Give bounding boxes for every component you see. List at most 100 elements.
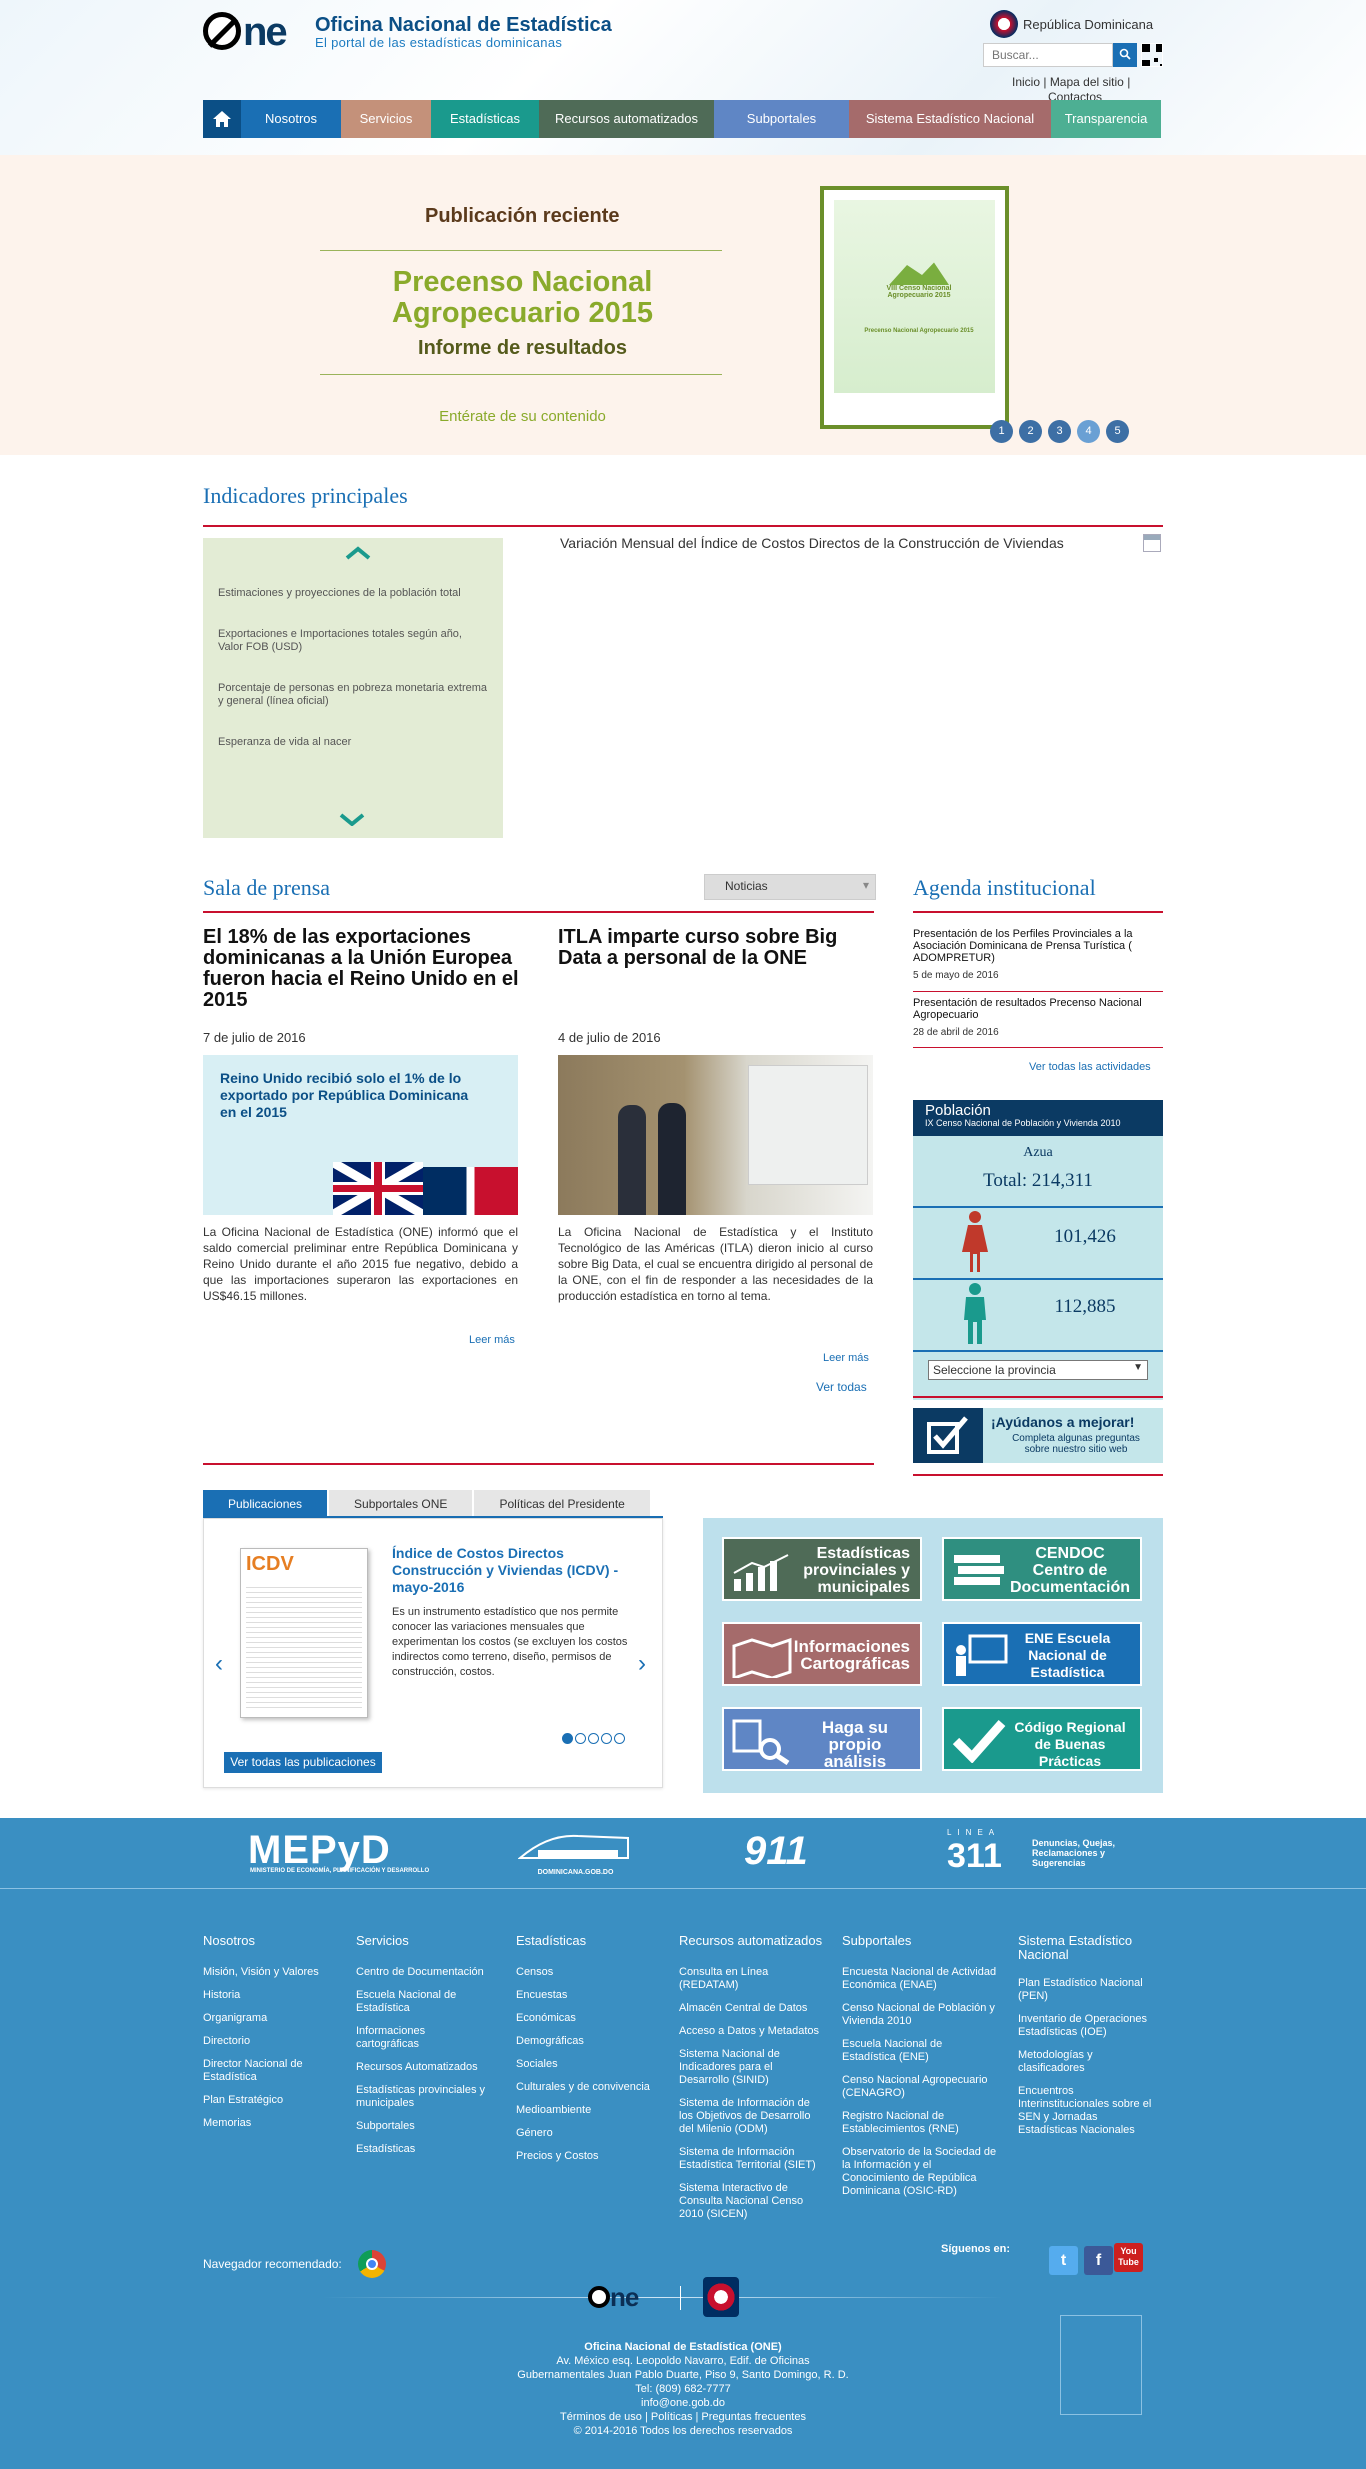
tab-politicas[interactable]: Políticas del Presidente — [474, 1490, 650, 1518]
slide-dot[interactable]: 5 — [1106, 420, 1129, 443]
tab-publicaciones[interactable]: Publicaciones — [203, 1490, 328, 1518]
footer-link[interactable]: Acceso a Datos y Metadatos — [679, 2025, 824, 2038]
carousel-dot[interactable] — [562, 1733, 573, 1744]
tile-cartografia[interactable]: Informaciones Cartográficas — [722, 1622, 922, 1686]
press-filter-select[interactable]: Noticias ▾ — [704, 874, 876, 900]
footer-link[interactable]: Sistema de Información Estadística Terri… — [679, 2146, 824, 2172]
news-title[interactable]: El 18% de las exportaciones dominicanas … — [203, 927, 523, 1011]
indicator-item[interactable]: Exportaciones e Importaciones totales se… — [218, 628, 488, 654]
carousel-dot[interactable] — [588, 1733, 599, 1744]
slide-dot[interactable]: 3 — [1048, 420, 1071, 443]
nav-item-recursos[interactable]: Recursos automatizados — [539, 100, 714, 138]
311-logo[interactable]: 311 — [947, 1838, 1002, 1874]
footer-link[interactable]: Estadísticas — [356, 2143, 491, 2156]
tile-analisis[interactable]: Haga su propio análisis — [722, 1707, 922, 1771]
news-image-uk[interactable]: Reino Unido recibió solo el 1% de lo exp… — [203, 1055, 518, 1215]
footer-link[interactable]: Sistema de Información de los Objetivos … — [679, 2097, 824, 2136]
footer-link[interactable]: Censo Nacional de Población y Vivienda 2… — [842, 2002, 997, 2028]
news-title[interactable]: ITLA imparte curso sobre Big Data a pers… — [558, 927, 868, 969]
top-link-inicio[interactable]: Inicio — [1012, 75, 1040, 89]
nav-item-transparencia[interactable]: Transparencia — [1051, 100, 1161, 138]
footer-link[interactable]: Sistema Nacional de Indicadores para el … — [679, 2048, 824, 2087]
tile-estadisticas-provinciales[interactable]: Estadísticas provinciales y municipales — [722, 1537, 922, 1601]
footer-link[interactable]: Censo Nacional Agropecuario (CENAGRO) — [842, 2074, 997, 2100]
facebook-icon[interactable]: f — [1084, 2246, 1113, 2275]
read-more-link[interactable]: Leer más — [823, 1352, 869, 1364]
mepyd-logo[interactable]: MEPyD — [248, 1830, 391, 1870]
nav-item-servicios[interactable]: Servicios — [341, 100, 431, 138]
tab-subportales[interactable]: Subportales ONE — [329, 1490, 473, 1518]
footer-link[interactable]: Culturales y de convivencia — [516, 2081, 666, 2094]
footer-link[interactable]: Medioambiente — [516, 2104, 666, 2117]
dominicana-gob-logo[interactable]: DOMINICANA.GOB.DO — [517, 1828, 633, 1876]
one-logo[interactable]: ne — [203, 10, 308, 54]
footer-link[interactable]: Informaciones cartográficas — [356, 2025, 491, 2051]
read-more-link[interactable]: Leer más — [469, 1334, 515, 1346]
nav-item-nosotros[interactable]: Nosotros — [241, 100, 341, 138]
footer-one-logo[interactable]: ne — [588, 2282, 639, 2313]
tile-ene[interactable]: ENE Escuela Nacional de Estadística — [942, 1622, 1142, 1686]
footer-link[interactable]: Encuentros Interinstitucionales sobre el… — [1018, 2085, 1158, 2137]
indicator-item[interactable]: Estimaciones y proyecciones de la poblac… — [218, 587, 488, 600]
nav-home[interactable] — [203, 100, 241, 138]
footer-link[interactable]: Director Nacional de Estadística — [203, 2058, 333, 2084]
footer-email-link[interactable]: info@one.gob.do — [483, 2396, 883, 2410]
footer-link[interactable]: Plan Estratégico — [203, 2094, 333, 2107]
publication-title[interactable]: Índice de Costos Directos Construcción y… — [392, 1545, 642, 1596]
banner-title[interactable]: Precenso Nacional Agropecuario 2015 — [320, 267, 725, 329]
footer-link[interactable]: Registro Nacional de Establecimientos (R… — [842, 2110, 997, 2136]
footer-link[interactable]: Económicas — [516, 2012, 666, 2025]
footer-link[interactable]: Censos — [516, 1966, 666, 1979]
footer-link[interactable]: Escuela Nacional de Estadística — [356, 1989, 491, 2015]
slide-dot[interactable]: 1 — [990, 420, 1013, 443]
footer-legal-links[interactable]: Términos de uso | Políticas | Preguntas … — [483, 2410, 883, 2424]
province-select[interactable]: Seleccione la provincia ▼ — [928, 1360, 1148, 1380]
footer-link[interactable]: Almacén Central de Datos — [679, 2002, 824, 2015]
footer-link[interactable]: Sociales — [516, 2058, 666, 2071]
footer-link[interactable]: Precios y Costos — [516, 2150, 666, 2163]
indicator-item[interactable]: Esperanza de vida al nacer — [218, 736, 488, 749]
twitter-icon[interactable]: t — [1049, 2246, 1078, 2275]
footer-link[interactable]: Inventario de Operaciones Estadísticas (… — [1018, 2013, 1158, 2039]
slide-dot[interactable]: 2 — [1019, 420, 1042, 443]
carousel-dot[interactable] — [614, 1733, 625, 1744]
see-all-news-link[interactable]: Ver todas — [816, 1380, 867, 1394]
news-photo-itla[interactable] — [558, 1055, 873, 1215]
footer-link[interactable]: Demográficas — [516, 2035, 666, 2048]
nav-item-sen[interactable]: Sistema Estadístico Nacional — [849, 100, 1051, 138]
agenda-see-all-link[interactable]: Ver todas las actividades — [1029, 1061, 1151, 1073]
agenda-item-title[interactable]: Presentación de los Perfiles Provinciale… — [913, 928, 1153, 964]
footer-link[interactable]: Consulta en Línea (REDATAM) — [679, 1966, 824, 1992]
carousel-dot[interactable] — [601, 1733, 612, 1744]
carousel-dot[interactable] — [575, 1733, 586, 1744]
footer-link[interactable]: Metodologías y clasificadores — [1018, 2049, 1158, 2075]
footer-link[interactable]: Encuestas — [516, 1989, 666, 2002]
footer-link[interactable]: Memorias — [203, 2117, 333, 2130]
indicator-item[interactable]: Porcentaje de personas en pobreza moneta… — [218, 682, 488, 708]
chrome-icon[interactable] — [358, 2250, 386, 2278]
table-icon[interactable] — [1143, 534, 1161, 552]
search-button[interactable] — [1113, 43, 1137, 67]
footer-link[interactable]: Subportales — [356, 2120, 491, 2133]
search-input[interactable] — [983, 43, 1113, 67]
footer-link[interactable]: Sistema Interactivo de Consulta Nacional… — [679, 2182, 824, 2221]
tile-cendoc[interactable]: CENDOC Centro de Documentación — [942, 1537, 1142, 1601]
footer-link[interactable]: Directorio — [203, 2035, 333, 2048]
survey-banner[interactable]: ¡Ayúdanos a mejorar! Completa algunas pr… — [913, 1408, 1163, 1463]
agenda-item-title[interactable]: Presentación de resultados Precenso Naci… — [913, 997, 1153, 1021]
carousel-next-icon[interactable]: › — [638, 1650, 646, 1678]
footer-link[interactable]: Encuesta Nacional de Actividad Económica… — [842, 1966, 997, 1992]
footer-link[interactable]: Centro de Documentación — [356, 1966, 491, 1979]
youtube-icon[interactable]: You Tube — [1114, 2243, 1143, 2272]
carousel-prev-icon[interactable]: ‹ — [215, 1650, 223, 1678]
nav-item-subportales[interactable]: Subportales — [714, 100, 849, 138]
tile-codigo-regional[interactable]: Código Regional de Buenas Prácticas — [942, 1707, 1142, 1771]
nav-item-estadisticas[interactable]: Estadísticas — [431, 100, 539, 138]
see-all-publications-button[interactable]: Ver todas las publicaciones — [224, 1752, 382, 1773]
banner-cta-link[interactable]: Entérate de su contenido — [320, 408, 725, 425]
footer-link[interactable]: Plan Estadístico Nacional (PEN) — [1018, 1977, 1158, 2003]
footer-link[interactable]: Misión, Visión y Valores — [203, 1966, 333, 1979]
publication-cover[interactable]: ICDV — [240, 1548, 368, 1718]
qr-code-icon[interactable] — [1141, 43, 1163, 67]
footer-link[interactable]: Escuela Nacional de Estadística (ENE) — [842, 2038, 997, 2064]
